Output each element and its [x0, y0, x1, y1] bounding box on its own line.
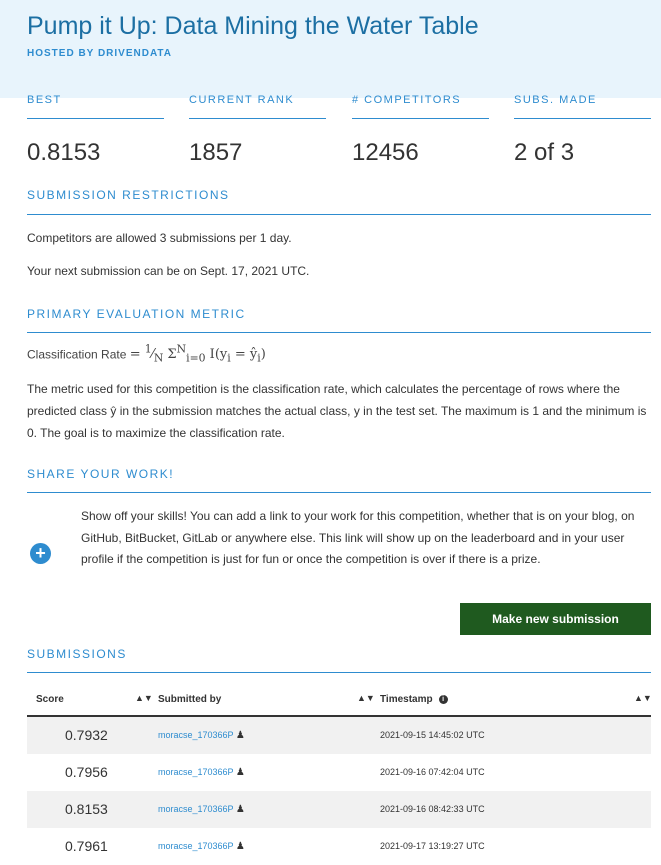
stat-current-rank: CURRENT RANK 1857: [189, 90, 326, 167]
section-title-submissions: SUBMISSIONS: [27, 647, 127, 661]
table-row: 0.7956 moracse_170366P ♟ 2021-09-16 07:42:…: [27, 754, 651, 791]
sort-icon[interactable]: ▲▼: [634, 693, 652, 703]
cell-score: 0.7956: [65, 764, 108, 780]
person-icon: ♟: [235, 841, 245, 852]
table-row: 0.7961 moracse_170366P ♟ 2021-09-17 13:19:…: [27, 828, 651, 865]
column-header-timestamp[interactable]: Timestamp i: [380, 694, 448, 705]
person-icon: ♟: [235, 767, 245, 778]
stat-label: # COMPETITORS: [352, 94, 462, 106]
cell-timestamp: 2021-09-16 07:42:04 UTC: [380, 767, 485, 777]
table-header: Score ▲▼ Submitted by ▲▼ Timestamp i ▲▼: [27, 685, 652, 717]
next-submission-text: Your next submission can be on Sept. 17,…: [27, 264, 310, 278]
share-text: Show off your skills! You can add a link…: [81, 509, 635, 566]
stat-value: 12456: [352, 139, 419, 166]
cell-submitted-by[interactable]: moracse_170366P ♟: [158, 730, 245, 741]
user-link[interactable]: moracse_170366P: [158, 804, 233, 814]
cell-score: 0.8153: [65, 801, 108, 817]
cell-timestamp: 2021-09-17 13:19:27 UTC: [380, 841, 485, 851]
cell-submitted-by[interactable]: moracse_170366P ♟: [158, 841, 245, 852]
cell-submitted-by[interactable]: moracse_170366P ♟: [158, 767, 245, 778]
page-title: Pump it Up: Data Mining the Water Table: [27, 12, 479, 40]
section-title-restrictions: SUBMISSION RESTRICTIONS: [27, 188, 230, 202]
formula-label: Classification Rate: [27, 347, 127, 362]
table-row: 0.7932 moracse_170366P ♟ 2021-09-15 14:45:…: [27, 717, 651, 754]
cell-submitted-by[interactable]: moracse_170366P ♟: [158, 804, 245, 815]
divider: [27, 672, 651, 673]
divider: [27, 492, 651, 493]
cell-timestamp: 2021-09-15 14:45:02 UTC: [380, 730, 485, 740]
stat-best: BEST 0.8153: [27, 90, 164, 167]
metric-description: The metric used for this competition is …: [27, 382, 647, 440]
make-new-submission-button[interactable]: Make new submission: [460, 603, 651, 635]
metric-formula: Classification Rate = 1⁄N ΣNi=0 I(yi = ŷ…: [27, 343, 266, 365]
person-icon: ♟: [235, 804, 245, 815]
cell-score: 0.7932: [65, 727, 108, 743]
restriction-text: Competitors are allowed 3 submissions pe…: [27, 231, 292, 245]
stat-label: BEST: [27, 94, 62, 106]
stat-label: CURRENT RANK: [189, 94, 295, 106]
table-row: 0.8153 moracse_170366P ♟ 2021-09-16 08:42:…: [27, 791, 651, 828]
divider: [27, 214, 651, 215]
hosted-by: HOSTED BY DRIVENDATA: [27, 48, 173, 59]
section-title-share: SHARE YOUR WORK!: [27, 467, 175, 481]
cell-timestamp: 2021-09-16 08:42:33 UTC: [380, 804, 485, 814]
sort-icon[interactable]: ▲▼: [357, 693, 375, 703]
sort-icon[interactable]: ▲▼: [135, 693, 153, 703]
section-title-metric: PRIMARY EVALUATION METRIC: [27, 307, 246, 321]
user-link[interactable]: moracse_170366P: [158, 767, 233, 777]
page-header: Pump it Up: Data Mining the Water Table …: [0, 0, 661, 98]
stat-competitors: # COMPETITORS 12456: [352, 90, 489, 167]
submissions-table: Score ▲▼ Submitted by ▲▼ Timestamp i ▲▼ 0…: [27, 685, 652, 865]
formula-math: = 1⁄N ΣNi=0 I(yi = ŷi): [129, 343, 266, 365]
column-header-submitted-by[interactable]: Submitted by: [158, 694, 221, 705]
user-link[interactable]: moracse_170366P: [158, 730, 233, 740]
person-icon: ♟: [235, 730, 245, 741]
stat-value: 1857: [189, 139, 243, 166]
stat-subs-made: SUBS. MADE 2 of 3: [514, 90, 651, 167]
user-link[interactable]: moracse_170366P: [158, 841, 233, 851]
stat-value: 0.8153: [27, 139, 101, 166]
stat-label: SUBS. MADE: [514, 94, 597, 106]
info-icon[interactable]: i: [438, 694, 448, 704]
cell-score: 0.7961: [65, 838, 108, 854]
divider: [27, 332, 651, 333]
plus-circle-icon[interactable]: +: [30, 543, 51, 564]
column-header-score[interactable]: Score: [36, 694, 64, 705]
stat-value: 2 of 3: [514, 139, 575, 166]
